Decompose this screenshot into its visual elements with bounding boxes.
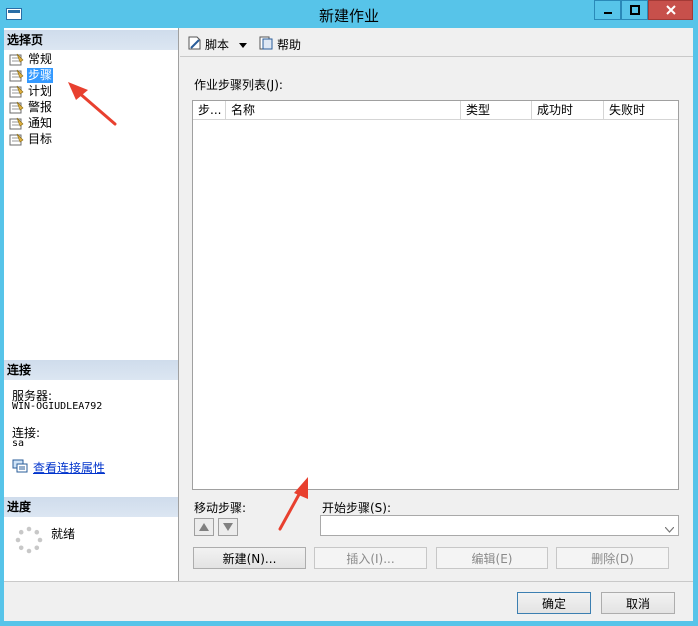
help-icon — [258, 36, 274, 53]
toolbar: 脚本 帮助 — [180, 28, 693, 57]
connection-header: 连接 — [4, 360, 178, 380]
script-button[interactable]: 脚本 — [186, 36, 248, 53]
annotation-arrow-icon — [278, 477, 308, 531]
edit-step-button[interactable]: 编辑(E) — [436, 547, 548, 569]
progress-header: 进度 — [4, 497, 178, 517]
minimize-icon — [603, 12, 612, 14]
script-label: 脚本 — [205, 38, 230, 52]
nav-item-label: 通知 — [28, 115, 53, 130]
nav-item-general[interactable]: 常规 — [9, 51, 53, 67]
view-connection-properties-label: 查看连接属性 — [33, 461, 106, 475]
page-icon — [9, 117, 24, 130]
help-label: 帮助 — [277, 38, 302, 52]
column-header-type[interactable]: 类型 — [461, 101, 532, 120]
maximize-icon — [629, 5, 640, 15]
connection-properties-icon — [12, 459, 28, 476]
move-step-up-button[interactable] — [194, 518, 214, 536]
dialog-window: 新建作业 选择页 常规 步骤 计划 警报 通知 目标 连接 服务器: WIN-O… — [0, 0, 698, 626]
ok-button[interactable]: 确定 — [517, 592, 591, 614]
right-pane: 脚本 帮助 作业步骤列表(J): 步... 名称 类型 成功时 失败时 移动步骤… — [180, 28, 693, 581]
minimize-button[interactable] — [594, 0, 621, 20]
script-icon — [186, 36, 202, 53]
insert-step-button[interactable]: 插入(I)... — [314, 547, 427, 569]
job-steps-grid[interactable]: 步... 名称 类型 成功时 失败时 — [192, 100, 679, 490]
page-icon — [9, 69, 24, 82]
page-icon — [9, 53, 24, 66]
title-bar[interactable]: 新建作业 — [0, 0, 698, 28]
nav-item-label: 常规 — [28, 51, 53, 66]
column-header-name[interactable]: 名称 — [226, 101, 461, 120]
move-step-down-button[interactable] — [218, 518, 238, 536]
nav-item-label: 计划 — [28, 83, 53, 98]
cancel-button[interactable]: 取消 — [601, 592, 675, 614]
nav-item-label: 步骤 — [27, 67, 54, 83]
new-step-button[interactable]: 新建(N)... — [193, 547, 306, 569]
arrow-down-icon — [223, 523, 233, 531]
select-page-header: 选择页 — [4, 30, 178, 50]
move-step-label: 移动步骤: — [194, 501, 247, 515]
nav-item-label: 警报 — [28, 99, 53, 114]
chevron-down-icon — [664, 522, 675, 536]
delete-step-button[interactable]: 删除(D) — [556, 547, 669, 569]
column-header-on-failure[interactable]: 失败时 — [604, 101, 678, 120]
start-step-label: 开始步骤(S): — [322, 501, 392, 515]
nav-item-steps[interactable]: 步骤 — [9, 67, 54, 83]
nav-item-targets[interactable]: 目标 — [9, 131, 53, 147]
close-button[interactable] — [648, 0, 693, 20]
page-icon — [9, 101, 24, 114]
nav-item-notifications[interactable]: 通知 — [9, 115, 53, 131]
column-header-on-success[interactable]: 成功时 — [532, 101, 604, 120]
grid-header: 步... 名称 类型 成功时 失败时 — [193, 101, 678, 120]
page-icon — [9, 133, 24, 146]
annotation-arrow-icon — [68, 82, 117, 126]
nav-item-label: 目标 — [28, 131, 53, 146]
dialog-button-bar: 确定 取消 — [4, 581, 693, 621]
progress-spinner-icon — [14, 525, 44, 558]
page-icon — [9, 85, 24, 98]
view-connection-properties-link[interactable]: 查看连接属性 — [12, 459, 105, 476]
close-icon — [665, 5, 676, 15]
column-header-step[interactable]: 步... — [193, 101, 226, 120]
nav-item-alerts[interactable]: 警报 — [9, 99, 53, 115]
server-value: WIN-OGIUDLEA792 — [12, 401, 103, 412]
help-button[interactable]: 帮助 — [258, 36, 301, 53]
nav-item-schedules[interactable]: 计划 — [9, 83, 53, 99]
chevron-down-icon[interactable] — [239, 38, 248, 52]
arrow-up-icon — [199, 523, 209, 531]
progress-status: 就绪 — [51, 527, 76, 541]
start-step-select[interactable] — [320, 515, 679, 536]
maximize-button[interactable] — [621, 0, 648, 20]
connection-value: sa — [12, 438, 25, 449]
job-steps-list-label: 作业步骤列表(J): — [194, 78, 283, 92]
